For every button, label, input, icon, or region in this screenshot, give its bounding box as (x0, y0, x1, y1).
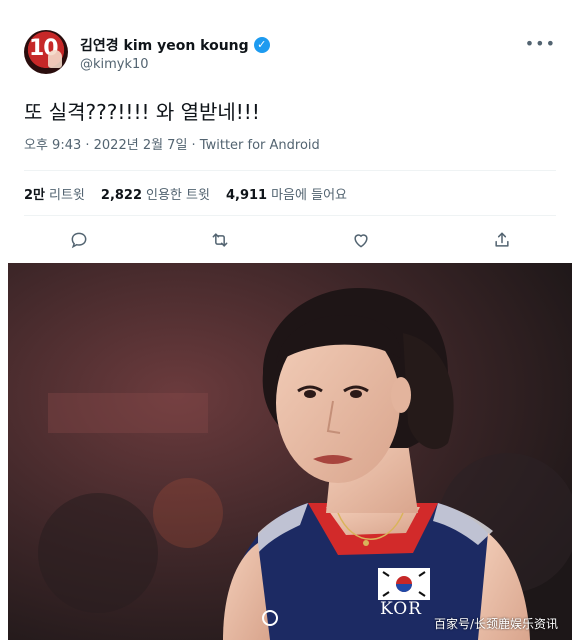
retweet-stat[interactable]: 2만 리트윗 (24, 184, 85, 203)
watermark: 百家号/长颈鹿娱乐资讯 (433, 617, 558, 631)
tweet-timestamp[interactable]: 오후 9:43 · 2022년 2월 7일 · Twitter for Andr… (24, 134, 320, 153)
more-options-icon[interactable]: ••• (525, 34, 556, 53)
reply-button[interactable] (65, 226, 93, 254)
like-count: 4,911 (225, 188, 268, 203)
action-bar (8, 222, 572, 258)
retweet-label: 리트윗 (49, 188, 85, 203)
reply-icon (71, 232, 86, 249)
retweet-count: 2만 (24, 188, 46, 203)
quote-label: 인용한 트윗 (146, 188, 210, 203)
tweet-card: 10 김연경 kim yeon koung ✓ @kimyk10 ••• 또 실… (8, 8, 572, 640)
display-name[interactable]: 김연경 kim yeon koung (80, 35, 249, 55)
like-label: 마음에 들어요 (271, 188, 347, 203)
tweet-text: 또 실격???!!!! 와 열받네!!! (24, 100, 260, 124)
avatar-figure (48, 50, 62, 68)
quote-stat[interactable]: 2,822 인용한 트윗 (101, 184, 210, 203)
quote-count: 2,822 (100, 188, 143, 203)
tweet-photo[interactable]: KOR 百家号/长颈鹿娱乐资讯 (8, 263, 572, 640)
author-name-row[interactable]: 김연경 kim yeon koung ✓ (80, 35, 270, 55)
user-handle[interactable]: @kimyk10 (80, 57, 149, 72)
like-stat[interactable]: 4,911 마음에 들어요 (226, 184, 347, 203)
divider (24, 215, 556, 216)
retweet-button[interactable] (206, 226, 234, 254)
retweet-icon (212, 233, 227, 247)
engagement-stats: 2만 리트윗 2,822 인용한 트윗 4,911 마음에 들어요 (24, 184, 347, 203)
divider (24, 170, 556, 171)
jersey-label: KOR (380, 599, 422, 619)
athlete-photo (8, 263, 572, 640)
verified-badge-icon: ✓ (253, 37, 270, 53)
like-icon (353, 234, 368, 248)
like-button[interactable] (347, 226, 375, 254)
share-icon (494, 232, 509, 247)
share-button[interactable] (488, 226, 516, 254)
avatar[interactable]: 10 (24, 30, 68, 74)
